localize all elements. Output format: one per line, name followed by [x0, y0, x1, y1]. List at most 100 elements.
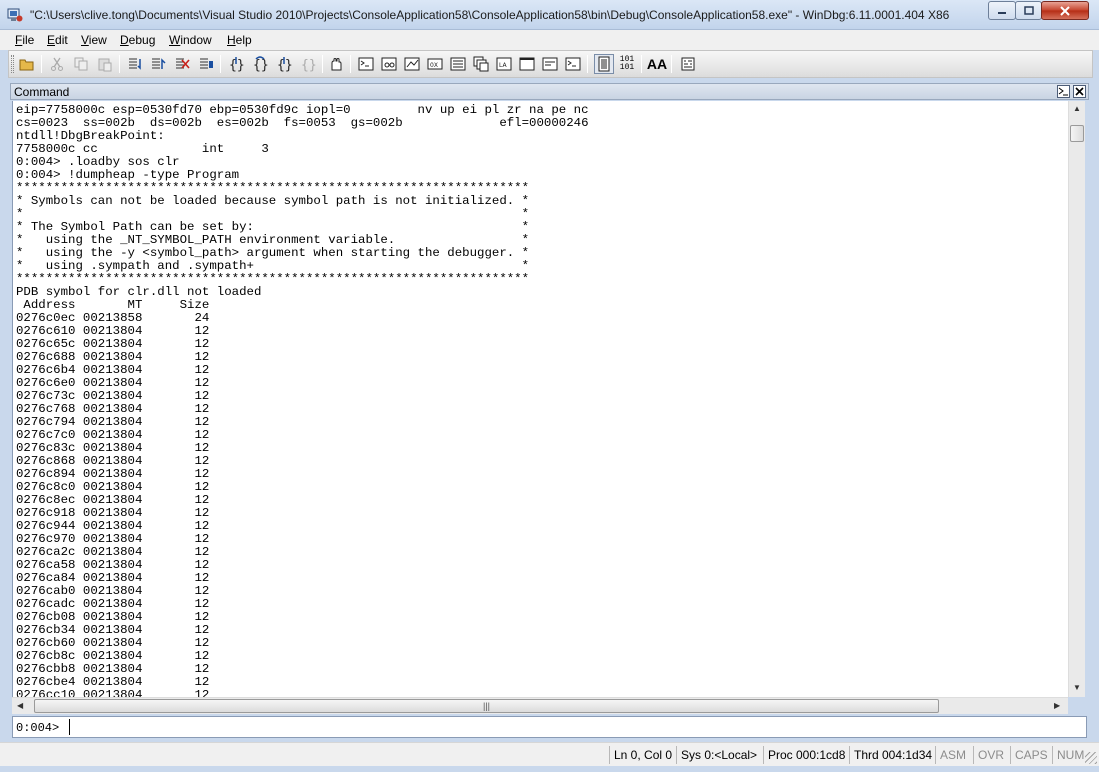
output-line: * using .sympath and .sympath+ * [16, 259, 530, 273]
paste-button[interactable] [95, 54, 115, 74]
command-window-button[interactable] [356, 54, 376, 74]
output-line: 0276cbb8 00213804 12 [16, 662, 210, 676]
step-over-icon: {} [253, 56, 268, 72]
output-line: 0276cab0 00213804 12 [16, 584, 210, 598]
windbg-app-icon[interactable] [7, 7, 23, 23]
menu-debug[interactable]: Debug [120, 33, 155, 47]
scratch-pad-button[interactable] [517, 54, 537, 74]
horizontal-scrollbar[interactable]: ◀ ||| ▶ [12, 697, 1068, 714]
output-line: 0276c65c 00213804 12 [16, 337, 210, 351]
open-button[interactable] [17, 54, 37, 74]
call-stack-window-button[interactable] [471, 54, 491, 74]
open-icon [19, 59, 34, 71]
options-button[interactable] [678, 54, 698, 74]
vertical-scroll-thumb[interactable] [1070, 125, 1084, 142]
command-prompt: 0:004> [16, 721, 60, 735]
status-system: Sys 0:<Local> [676, 746, 761, 764]
watch-window-icon [381, 57, 397, 71]
output-line: ntdll!DbgBreakPoint: [16, 129, 165, 143]
output-line: ****************************************… [16, 272, 530, 286]
registers-window-button[interactable]: 0X [425, 54, 445, 74]
font-button[interactable]: AA [647, 54, 667, 74]
processes-threads-button[interactable] [540, 54, 560, 74]
scroll-left-icon[interactable]: ◀ [17, 701, 23, 710]
registers-window-icon: 0X [427, 58, 443, 70]
menu-window[interactable]: Window [169, 33, 212, 47]
menu-view[interactable]: View [81, 33, 107, 47]
output-line: 0:004> .loadby sos clr [16, 155, 180, 169]
command-window-icon [358, 57, 374, 71]
output-line: 0276c8c0 00213804 12 [16, 480, 210, 494]
memory-window-icon [450, 57, 466, 71]
toolbar-grip[interactable] [11, 55, 14, 73]
output-line: 0276c8ec 00213804 12 [16, 493, 210, 507]
status-asm: ASM [935, 746, 970, 764]
stop-debugging-button[interactable] [172, 54, 192, 74]
status-position: Ln 0, Col 0 [609, 746, 676, 764]
cut-button[interactable] [47, 54, 67, 74]
svg-text:LA: LA [499, 62, 507, 69]
copy-button[interactable] [71, 54, 91, 74]
command-output[interactable]: eip=7758000c esp=0530fd70 ebp=0530fd9c i… [12, 101, 1068, 697]
pane-menu-button[interactable] [1057, 85, 1070, 98]
scroll-up-icon[interactable]: ▲ [1073, 104, 1081, 113]
svg-text:{}: {} [253, 58, 268, 72]
close-button[interactable] [1041, 1, 1089, 20]
svg-text:{}: {} [301, 58, 316, 72]
step-into-button[interactable]: {} [226, 54, 246, 74]
output-line: 0276ca58 00213804 12 [16, 558, 210, 572]
status-ovr: OVR [973, 746, 1008, 764]
menu-file[interactable]: File [15, 33, 34, 47]
insert-breakpoint-button[interactable] [326, 54, 346, 74]
resize-grip[interactable] [1085, 752, 1097, 764]
command-output-text: eip=7758000c esp=0530fd70 ebp=0530fd9c i… [13, 101, 1068, 698]
break-button[interactable] [196, 54, 216, 74]
close-icon [1060, 5, 1070, 16]
vertical-scrollbar[interactable]: ▲ ▼ [1068, 101, 1085, 697]
output-line: 0276cc10 00213804 12 [16, 688, 210, 698]
horizontal-scroll-thumb[interactable]: ||| [34, 699, 939, 713]
maximize-button[interactable] [1015, 1, 1042, 20]
output-line: 0276c944 00213804 12 [16, 519, 210, 533]
paste-icon [98, 58, 112, 72]
insert-breakpoint-icon [331, 58, 342, 71]
minimize-icon [998, 11, 1006, 14]
locals-window-button[interactable] [402, 54, 422, 74]
scroll-down-icon[interactable]: ▼ [1073, 683, 1081, 692]
output-line: 0276c6e0 00213804 12 [16, 376, 210, 390]
status-num: NUM [1052, 746, 1088, 764]
go-button[interactable] [125, 54, 145, 74]
hex-display-button[interactable]: 101 101 [617, 54, 637, 74]
source-window-button[interactable] [563, 54, 583, 74]
title-bar: "C:\Users\clive.tong\Documents\Visual St… [0, 0, 1099, 30]
menu-help[interactable]: Help [227, 33, 252, 47]
window-title: "C:\Users\clive.tong\Documents\Visual St… [30, 8, 950, 22]
minimize-button[interactable] [988, 1, 1016, 20]
output-line: 0276c768 00213804 12 [16, 402, 210, 416]
options-icon [681, 57, 695, 71]
scroll-right-icon[interactable]: ▶ [1054, 701, 1060, 710]
disassembly-window-button[interactable]: LA [494, 54, 514, 74]
output-line: * using the _NT_SYMBOL_PATH environment … [16, 233, 530, 247]
output-line: 0276cbe4 00213804 12 [16, 675, 210, 689]
pane-close-button[interactable] [1073, 85, 1086, 98]
restart-button[interactable] [148, 54, 168, 74]
source-mode-icon [598, 56, 610, 72]
source-mode-button[interactable] [594, 54, 614, 74]
restart-icon [152, 58, 166, 69]
hex-display-icon: 101 101 [619, 55, 635, 72]
output-line: * The Symbol Path can be set by: * [16, 220, 530, 234]
step-out-button[interactable]: {} [274, 54, 294, 74]
toolbar: {} {} {} {} 0X LA 101 101 AA [8, 50, 1093, 78]
command-input[interactable] [69, 719, 1081, 735]
output-line: ****************************************… [16, 181, 530, 195]
run-to-cursor-button[interactable]: {} [298, 54, 318, 74]
stop-debugging-icon [176, 58, 190, 69]
output-line: 0276c688 00213804 12 [16, 350, 210, 364]
go-icon [129, 58, 141, 70]
watch-window-button[interactable] [379, 54, 399, 74]
memory-window-button[interactable] [448, 54, 468, 74]
menu-edit[interactable]: Edit [47, 33, 68, 47]
step-over-button[interactable]: {} [250, 54, 270, 74]
command-pane-header: Command [10, 83, 1089, 100]
